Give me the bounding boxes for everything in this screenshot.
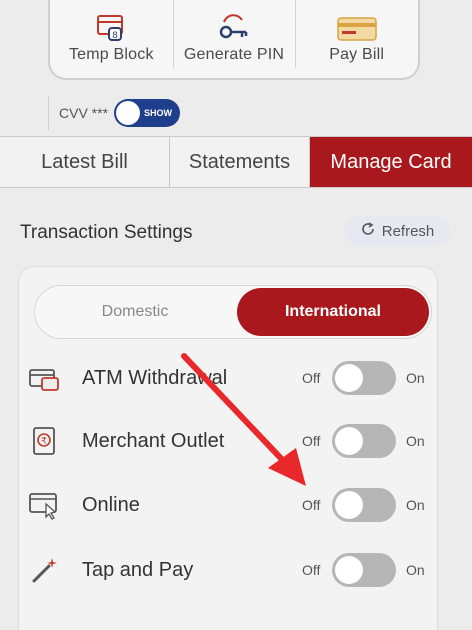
setting-row-tap-and-pay: Tap and Pay Off On [24,545,444,595]
setting-row-online: Online Off On [24,480,444,530]
key-icon [218,10,250,42]
laptop-click-icon [24,485,64,525]
setting-row-atm: ATM Withdrawal Off On [24,353,444,403]
cvv-show-toggle[interactable]: SHOW [114,99,181,127]
temp-block-button[interactable]: 8 Temp Block [50,0,173,78]
off-label: Off [302,497,321,513]
region-segmented-control: Domestic International [34,285,432,339]
setting-label-merchant: Merchant Outlet [82,429,225,452]
svg-text:8: 8 [112,31,118,41]
setting-label-atm: ATM Withdrawal [82,366,228,389]
atm-withdrawal-toggle[interactable] [332,361,396,395]
cvv-row: CVV *** SHOW [48,96,181,130]
tab-manage-card[interactable]: Manage Card [310,137,472,187]
on-label: On [406,433,425,449]
toggle-knob [335,556,363,584]
tap-and-pay-toggle[interactable] [332,553,396,587]
toggle-knob [116,101,141,125]
card-tabs: Latest Bill Statements Manage Card [0,136,472,188]
temp-block-label: Temp Block [68,46,154,63]
svg-text:₹: ₹ [41,437,47,447]
card-lock-icon: 8 [96,10,126,42]
refresh-button[interactable]: Refresh [344,216,450,246]
pay-bill-button[interactable]: Pay Bill [295,0,418,78]
segment-domestic[interactable]: Domestic [35,286,235,338]
generate-pin-label: Generate PIN [183,46,285,63]
setting-label-tap-and-pay: Tap and Pay [82,558,194,581]
refresh-icon [360,221,376,241]
bill-card-icon [336,10,377,42]
off-label: Off [302,433,321,449]
on-label: On [406,562,425,578]
tab-statements[interactable]: Statements [170,137,310,187]
segment-international[interactable]: International [237,288,429,336]
cvv-label: CVV *** [59,105,109,121]
merchant-outlet-toggle[interactable] [332,424,396,458]
online-toggle[interactable] [332,488,396,522]
magic-wand-icon [24,550,64,590]
generate-pin-button[interactable]: Generate PIN [172,0,296,78]
on-label: On [406,370,425,386]
toggle-knob [335,364,363,392]
show-toggle-text: SHOW [144,108,173,118]
tab-latest-bill[interactable]: Latest Bill [0,137,170,187]
off-label: Off [302,562,321,578]
quick-actions-card: 8 Temp Block Generate PIN Pay Bill [48,0,420,80]
pay-bill-label: Pay Bill [329,46,385,63]
receipt-icon: ₹ [24,421,64,461]
setting-label-online: Online [82,493,140,516]
transaction-settings-title: Transaction Settings [20,222,193,243]
toggle-knob [335,491,363,519]
refresh-label: Refresh [381,222,435,240]
setting-row-merchant: ₹ Merchant Outlet Off On [24,416,444,466]
toggle-knob [335,427,363,455]
atm-card-icon [24,358,64,398]
off-label: Off [302,370,321,386]
on-label: On [406,497,425,513]
